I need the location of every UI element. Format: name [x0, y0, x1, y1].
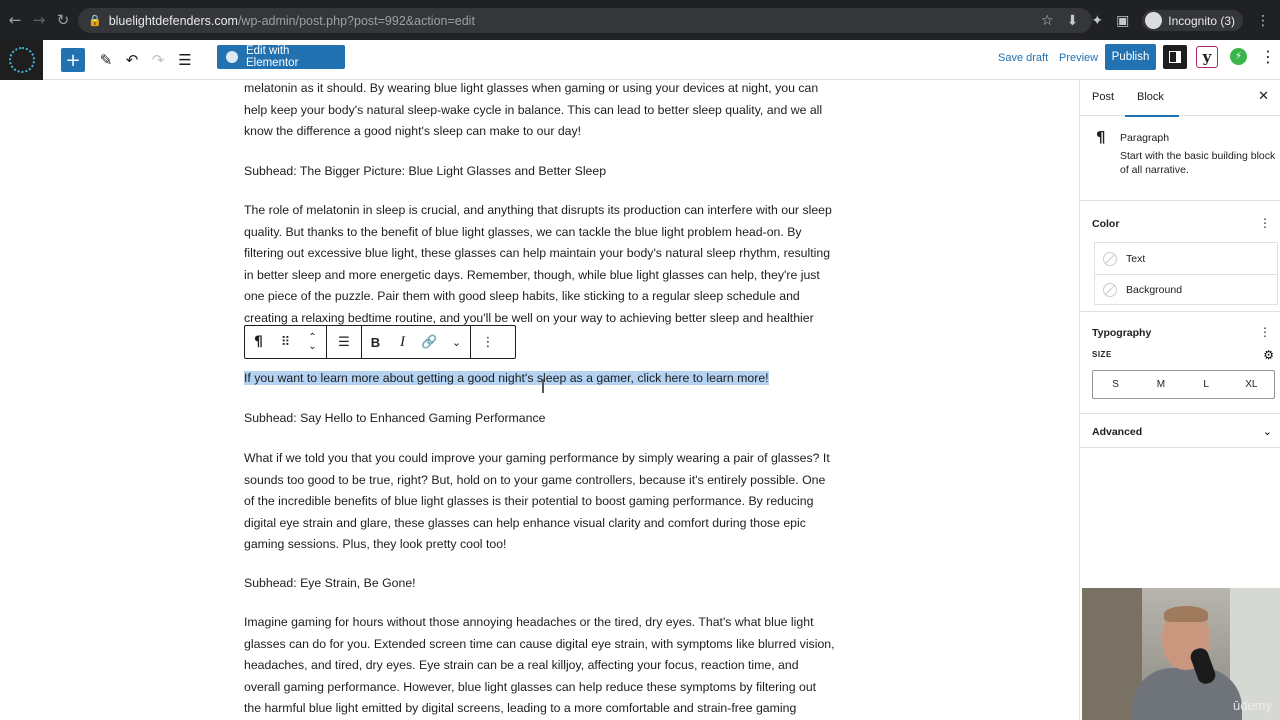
tab-block[interactable]: Block — [1125, 91, 1179, 117]
paragraph-block[interactable]: Subhead: Eye Strain, Be Gone! — [244, 573, 836, 595]
redo-icon[interactable]: ↷ — [148, 47, 168, 73]
color-settings: Text Background — [1094, 242, 1278, 305]
browser-toolbar: ← → ↻ 🔒 bluelightdefenders.com/wp-admin/… — [0, 0, 1280, 40]
paragraph-block[interactable]: Subhead: The Bigger Picture: Blue Light … — [244, 161, 836, 183]
paragraph-icon: ¶ — [1096, 128, 1106, 146]
panel-title: Typography — [1092, 327, 1152, 339]
yoast-seo-button[interactable]: y — [1196, 46, 1218, 68]
settings-toggle-button[interactable] — [1163, 45, 1187, 69]
sidebar-tabs: Post Block ✕ — [1080, 80, 1280, 117]
address-bar[interactable]: 🔒 bluelightdefenders.com/wp-admin/post.p… — [78, 8, 1092, 33]
align-text-icon[interactable]: ☰ — [327, 326, 361, 358]
background-color-swatch-icon — [1103, 283, 1117, 297]
add-block-button[interactable]: + — [61, 48, 85, 72]
close-icon[interactable]: ✕ — [1258, 89, 1269, 104]
save-draft-button[interactable]: Save draft — [998, 52, 1048, 64]
paragraph-block[interactable]: Imagine gaming for hours without those a… — [244, 612, 836, 720]
undo-icon[interactable]: ↶ — [122, 47, 142, 73]
background-color-option[interactable]: Background — [1095, 274, 1277, 305]
selected-text[interactable]: If you want to learn more about getting … — [244, 371, 769, 385]
block-options-kebab-icon[interactable]: ⋮ — [471, 326, 505, 358]
bold-icon[interactable]: B — [362, 326, 389, 358]
forward-icon[interactable]: → — [28, 9, 50, 31]
color-option-label: Text — [1126, 252, 1146, 265]
size-option-m[interactable]: M — [1138, 371, 1183, 398]
paragraph-block[interactable]: The role of melatonin in sleep is crucia… — [244, 200, 836, 329]
size-option-s[interactable]: S — [1093, 371, 1138, 398]
panel-title: Color — [1092, 218, 1120, 230]
side-panel-icon[interactable]: ▣ — [1116, 13, 1129, 29]
url-host: bluelightdefenders.com — [108, 13, 238, 28]
text-color-option[interactable]: Text — [1095, 243, 1277, 274]
edit-with-elementor-button[interactable]: Edit with Elementor — [217, 45, 345, 69]
tools-pencil-icon[interactable]: ✎ — [96, 47, 116, 73]
udemy-watermark: ūdemy — [1232, 698, 1272, 713]
presenter-torso — [1132, 668, 1242, 720]
block-description: Start with the basic building block of a… — [1120, 150, 1276, 176]
typography-options-kebab-icon[interactable]: ⋮ — [1259, 325, 1271, 339]
tab-post[interactable]: Post — [1092, 91, 1114, 103]
paragraph-block[interactable]: Subhead: Say Hello to Enhanced Gaming Pe… — [244, 408, 836, 430]
more-formatting-chevron-icon[interactable]: ⌄ — [443, 326, 470, 358]
color-options-kebab-icon[interactable]: ⋮ — [1259, 216, 1271, 230]
profile-label: Incognito (3) — [1168, 13, 1235, 28]
advanced-panel[interactable]: Advanced ⌄ — [1080, 414, 1280, 448]
italic-icon[interactable]: I — [389, 326, 416, 358]
block-title: Paragraph — [1120, 132, 1170, 144]
profile-incognito[interactable]: Incognito (3) — [1142, 10, 1243, 31]
font-size-picker: S M L XL — [1092, 370, 1275, 399]
color-panel: Color ⋮ Text Background — [1080, 201, 1280, 312]
incognito-icon — [1145, 12, 1163, 29]
chevron-down-icon: ⌄ — [1262, 425, 1272, 438]
drag-handle-icon[interactable]: ⠿ — [272, 326, 299, 358]
size-label: SIZE — [1092, 350, 1112, 359]
text-color-swatch-icon — [1103, 251, 1117, 266]
download-icon[interactable]: ⬇ — [1067, 13, 1079, 29]
paragraph-block-icon[interactable]: ¶ — [245, 326, 272, 358]
selected-paragraph-block[interactable]: If you want to learn more about getting … — [244, 368, 836, 390]
block-toolbar: ¶ ⠿ ⌃ ⌄ ☰ B I 🔗 ⌄ ⋮ — [244, 325, 516, 359]
paragraph-block[interactable]: melatonin as it should. By wearing blue … — [244, 80, 836, 143]
editor-toolbar: + ✎ ↶ ↷ ☰ Edit with Elementor Save draft… — [0, 40, 1280, 80]
url-path: /wp-admin/post.php?post=992&action=edit — [237, 13, 475, 28]
options-kebab-icon[interactable]: ⋮ — [1260, 47, 1276, 66]
typography-panel: Typography ⋮ SIZE ⚙ S M L XL — [1080, 312, 1280, 414]
paragraph-block[interactable]: What if we told you that you could impro… — [244, 448, 836, 556]
reload-icon[interactable]: ↻ — [52, 9, 74, 31]
webcam-overlay: ūdemy — [1082, 588, 1280, 720]
custom-size-sliders-icon[interactable]: ⚙ — [1263, 348, 1274, 362]
bookmark-star-icon[interactable]: ☆ — [1041, 13, 1054, 29]
extensions-puzzle-icon[interactable]: ✦ — [1091, 13, 1103, 29]
settings-panel-icon — [1169, 51, 1181, 63]
text-cursor — [542, 379, 544, 393]
elementor-label: Edit with Elementor — [245, 45, 299, 69]
panel-title: Advanced — [1092, 426, 1143, 438]
preview-button[interactable]: Preview — [1059, 52, 1098, 64]
performance-bolt-icon[interactable]: ⚡ — [1230, 48, 1247, 65]
color-option-label: Background — [1126, 284, 1183, 296]
size-option-xl[interactable]: XL — [1229, 371, 1274, 398]
move-up-down-icon[interactable]: ⌃ ⌄ — [299, 326, 326, 358]
site-logo[interactable] — [0, 40, 43, 80]
publish-button[interactable]: Publish — [1105, 44, 1156, 70]
browser-menu-icon[interactable]: ⋮ — [1256, 13, 1270, 29]
block-card: ¶ Paragraph Start with the basic buildin… — [1080, 116, 1280, 201]
elementor-icon — [226, 51, 238, 63]
link-icon[interactable]: 🔗 — [416, 326, 443, 358]
back-icon[interactable]: ← — [4, 9, 26, 31]
list-view-icon[interactable]: ☰ — [175, 47, 195, 73]
lock-icon: 🔒 — [88, 14, 102, 27]
size-option-l[interactable]: L — [1184, 371, 1229, 398]
presenter-hair — [1164, 606, 1208, 622]
editor-canvas: melatonin as it should. By wearing blue … — [0, 80, 1079, 720]
site-logo-icon — [8, 47, 35, 73]
